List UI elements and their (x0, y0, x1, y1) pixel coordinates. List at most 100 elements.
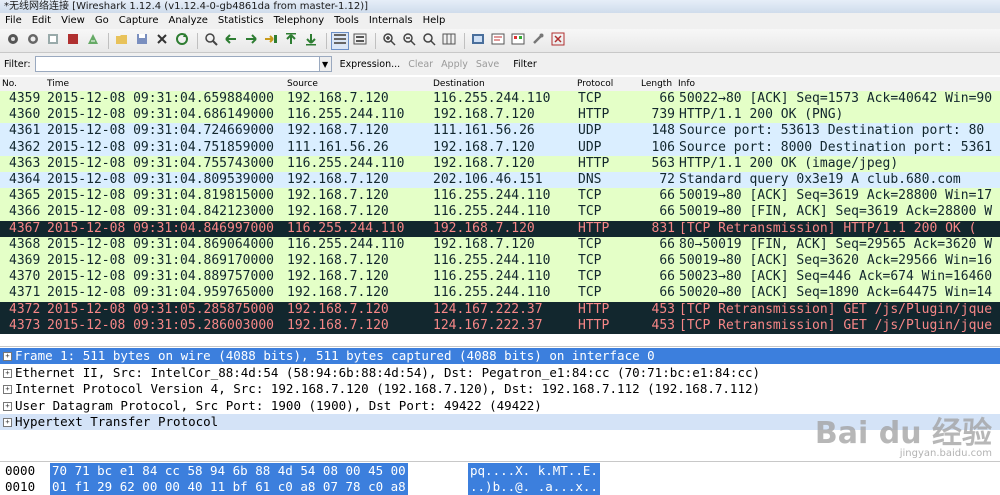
restart-capture-button[interactable] (84, 32, 102, 50)
expand-icon[interactable]: + (3, 401, 12, 411)
capture-options-button[interactable] (24, 32, 42, 50)
packet-length: 66 (659, 204, 675, 220)
menu-go[interactable]: Go (90, 13, 114, 29)
packet-row[interactable]: 4364 2015-12-08 09:31:04.809539000 192.168… (0, 172, 1000, 189)
column-header-source[interactable]: Source (287, 77, 318, 91)
detail-text: Ethernet II, Src: IntelCor_88:4d:54 (58:… (15, 364, 761, 380)
packet-row[interactable]: 4371 2015-12-08 09:31:04.959765000 192.168… (0, 285, 1000, 302)
open-file-button[interactable] (113, 32, 131, 50)
menu-capture[interactable]: Capture (114, 13, 164, 29)
packet-row[interactable]: 4369 2015-12-08 09:31:04.869170000 192.168… (0, 253, 1000, 270)
coloring-rules-button[interactable] (509, 32, 527, 50)
packet-bytes-pane[interactable]: 0000 70 71 bc e1 84 cc 58 94 6b 88 4d 54 … (0, 461, 1000, 495)
filter-label: Filter: (4, 58, 31, 70)
detail-tree-item[interactable]: + Frame 1: 511 bytes on wire (4088 bits),… (0, 348, 1000, 364)
help-button[interactable] (549, 32, 567, 50)
expand-icon[interactable]: + (3, 385, 12, 394)
packet-time: 2015-12-08 09:31:04.809539000 (47, 172, 274, 187)
packet-row[interactable]: 4363 2015-12-08 09:31:04.755743000 116.255… (0, 155, 1000, 172)
menu-help[interactable]: Help (418, 13, 451, 29)
filter-input[interactable] (34, 56, 320, 72)
menu-telephony[interactable]: Telephony (269, 13, 330, 29)
save-button[interactable]: Save (476, 59, 499, 70)
packet-list[interactable]: 4359 2015-12-08 09:31:04.659884000 192.168… (0, 91, 1000, 342)
packet-destination: 192.168.7.120 (433, 155, 535, 171)
go-back-button[interactable] (222, 32, 240, 50)
restart-capture-icon (86, 32, 100, 49)
column-header-length[interactable]: Length (641, 77, 672, 91)
packet-info: 80→50019 [FIN, ACK] Seq=29565 Ack=3620 W (679, 236, 993, 252)
stop-capture-button[interactable] (64, 32, 82, 50)
save-file-button[interactable] (133, 32, 151, 50)
packet-row[interactable]: 4367 2015-12-08 09:31:04.846997000 116.255… (0, 220, 1000, 237)
packet-row[interactable]: 4368 2015-12-08 09:31:04.869064000 116.255… (0, 236, 1000, 253)
go-last-button[interactable] (302, 32, 320, 50)
packet-source: 192.168.7.120 (287, 188, 389, 204)
packet-row[interactable]: 4365 2015-12-08 09:31:04.819815000 192.168… (0, 188, 1000, 205)
packet-time: 2015-12-08 09:31:04.751859000 (47, 139, 274, 155)
filter-dropdown-button[interactable]: ▼ (319, 56, 332, 72)
capture-filters-button[interactable] (469, 32, 487, 50)
packet-time: 2015-12-08 09:31:04.724669000 (47, 123, 274, 139)
close-file-button[interactable] (153, 32, 171, 50)
menu-edit[interactable]: Edit (27, 13, 56, 29)
column-header-time[interactable]: Time (47, 77, 69, 91)
go-first-icon (284, 32, 298, 49)
packet-row[interactable]: 4370 2015-12-08 09:31:04.889757000 192.168… (0, 269, 1000, 286)
start-capture-button[interactable] (44, 32, 62, 50)
packet-row[interactable]: 4360 2015-12-08 09:31:04.686149000 116.255… (0, 107, 1000, 124)
packet-protocol: HTTP (578, 301, 610, 317)
expand-icon[interactable]: + (3, 418, 12, 427)
auto-scroll-button[interactable] (351, 32, 369, 50)
detail-tree-item[interactable]: + Internet Protocol Version 4, Src: 192.1… (0, 381, 1000, 397)
interface-list-icon (6, 32, 20, 49)
column-header-no[interactable]: No. (2, 77, 17, 91)
packet-row[interactable]: 4372 2015-12-08 09:31:05.285875000 192.168… (0, 301, 1000, 318)
column-header-destination[interactable]: Destination (433, 77, 485, 91)
preferences-button[interactable] (529, 32, 547, 50)
expand-icon[interactable]: + (3, 352, 12, 361)
menu-file[interactable]: File (0, 13, 27, 29)
packet-row[interactable]: 4359 2015-12-08 09:31:04.659884000 192.168… (0, 91, 1000, 108)
expand-icon[interactable]: + (3, 368, 12, 378)
filter-button[interactable]: Filter (513, 59, 537, 70)
expression-button[interactable]: Expression... (340, 59, 401, 70)
go-forward-button[interactable] (242, 32, 260, 50)
packet-row[interactable]: 4373 2015-12-08 09:31:05.286003000 192.168… (0, 317, 1000, 334)
resize-columns-button[interactable] (440, 32, 458, 50)
packet-time: 2015-12-08 09:31:04.686149000 (47, 107, 274, 123)
colorize-button[interactable] (331, 31, 349, 50)
menu-tools[interactable]: Tools (329, 13, 364, 29)
menu-statistics[interactable]: Statistics (213, 13, 269, 29)
clear-button[interactable]: Clear (408, 59, 433, 70)
capture-options-icon (26, 32, 40, 49)
column-header-info[interactable]: Info (678, 77, 695, 91)
zoom-in-button[interactable] (380, 32, 398, 50)
go-to-packet-button[interactable] (262, 32, 280, 50)
packet-destination: 116.255.244.110 (433, 269, 551, 285)
menu-internals[interactable]: Internals (364, 13, 418, 29)
menu-view[interactable]: View (56, 13, 90, 29)
detail-tree-item[interactable]: + Ethernet II, Src: IntelCor_88:4d:54 (58… (0, 365, 1000, 381)
column-header-protocol[interactable]: Protocol (577, 77, 613, 91)
packet-row[interactable]: 4362 2015-12-08 09:31:04.751859000 111.161… (0, 139, 1000, 156)
coloring-rules-icon (511, 32, 525, 49)
display-filters-button[interactable] (489, 32, 507, 50)
go-first-button[interactable] (282, 32, 300, 50)
packet-protocol: TCP (578, 204, 602, 220)
zoom-normal-button[interactable] (420, 32, 438, 50)
detail-text: Frame 1: 511 bytes on wire (4088 bits), … (15, 348, 655, 363)
interface-list-button[interactable] (4, 32, 22, 50)
colorize-icon (333, 32, 347, 49)
packet-row[interactable]: 4366 2015-12-08 09:31:04.842123000 192.168… (0, 204, 1000, 221)
menu-analyze[interactable]: Analyze (163, 13, 212, 29)
zoom-out-button[interactable] (400, 32, 418, 50)
reload-button[interactable] (173, 32, 191, 50)
packet-row[interactable]: 4361 2015-12-08 09:31:04.724669000 192.168… (0, 123, 1000, 140)
packet-time: 2015-12-08 09:31:04.659884000 (47, 91, 274, 106)
find-packet-button[interactable] (202, 32, 220, 50)
packet-length: 148 (651, 123, 675, 139)
apply-button[interactable]: Apply (441, 59, 468, 70)
packet-source: 192.168.7.120 (287, 269, 389, 285)
packet-no: 4373 (9, 317, 41, 333)
